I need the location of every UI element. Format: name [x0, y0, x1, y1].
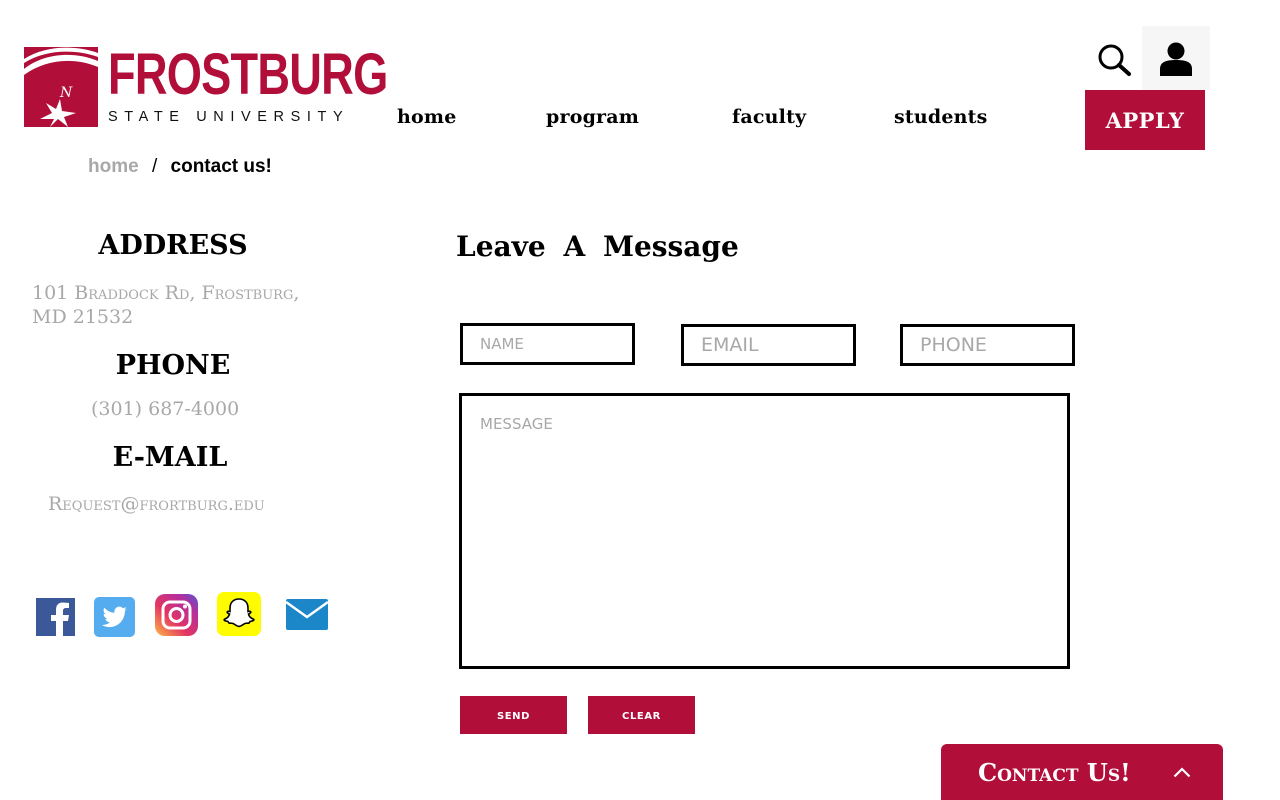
- logo-mark-icon: N: [24, 47, 98, 127]
- instagram-icon[interactable]: [155, 594, 198, 636]
- nav-faculty[interactable]: faculty: [732, 106, 806, 128]
- clear-button[interactable]: clear: [588, 696, 695, 734]
- breadcrumb-separator: /: [151, 156, 158, 177]
- breadcrumb-current: contact us!: [170, 156, 272, 177]
- email-input[interactable]: [681, 324, 856, 366]
- contact-us-tab[interactable]: Contact Us!: [941, 744, 1223, 800]
- address-heading: ADDRESS: [98, 230, 248, 261]
- apply-button[interactable]: APPLY: [1085, 90, 1205, 150]
- twitter-icon[interactable]: [94, 597, 135, 637]
- form-title: Leave A Message: [456, 230, 739, 263]
- phone-number[interactable]: (301) 687-4000: [91, 397, 239, 421]
- name-input[interactable]: [460, 323, 635, 365]
- breadcrumb-home[interactable]: home: [88, 156, 139, 177]
- nav-program[interactable]: program: [546, 106, 639, 128]
- account-button[interactable]: [1142, 26, 1210, 90]
- send-button[interactable]: send: [460, 696, 567, 734]
- logo-subtitle: STATE UNIVERSITY: [108, 109, 350, 125]
- chevron-up-icon: [1173, 767, 1191, 778]
- mail-icon[interactable]: [286, 597, 329, 631]
- message-textarea[interactable]: [459, 393, 1070, 669]
- snapchat-icon[interactable]: [217, 592, 261, 636]
- search-icon[interactable]: [1096, 42, 1132, 78]
- nav-home[interactable]: home: [397, 106, 456, 128]
- address-line-2: MD 21532: [32, 306, 134, 328]
- email-address[interactable]: Request@frortburg.edu: [48, 492, 265, 516]
- facebook-icon[interactable]: [36, 598, 75, 636]
- phone-input[interactable]: [900, 324, 1075, 366]
- svg-text:N: N: [59, 85, 73, 101]
- nav-students[interactable]: students: [894, 106, 988, 128]
- user-icon: [1160, 42, 1192, 76]
- logo-wordmark: FROSTBURG: [108, 42, 388, 107]
- email-heading: E-MAIL: [112, 442, 228, 473]
- contact-us-label: Contact Us!: [978, 757, 1131, 787]
- phone-heading: PHONE: [115, 350, 231, 381]
- breadcrumb: home / contact us!: [88, 156, 272, 178]
- university-logo[interactable]: N FROSTBURG STATE UNIVERSITY: [24, 42, 388, 129]
- address-line-1: 101 Braddock Rd, Frostburg,: [32, 282, 300, 304]
